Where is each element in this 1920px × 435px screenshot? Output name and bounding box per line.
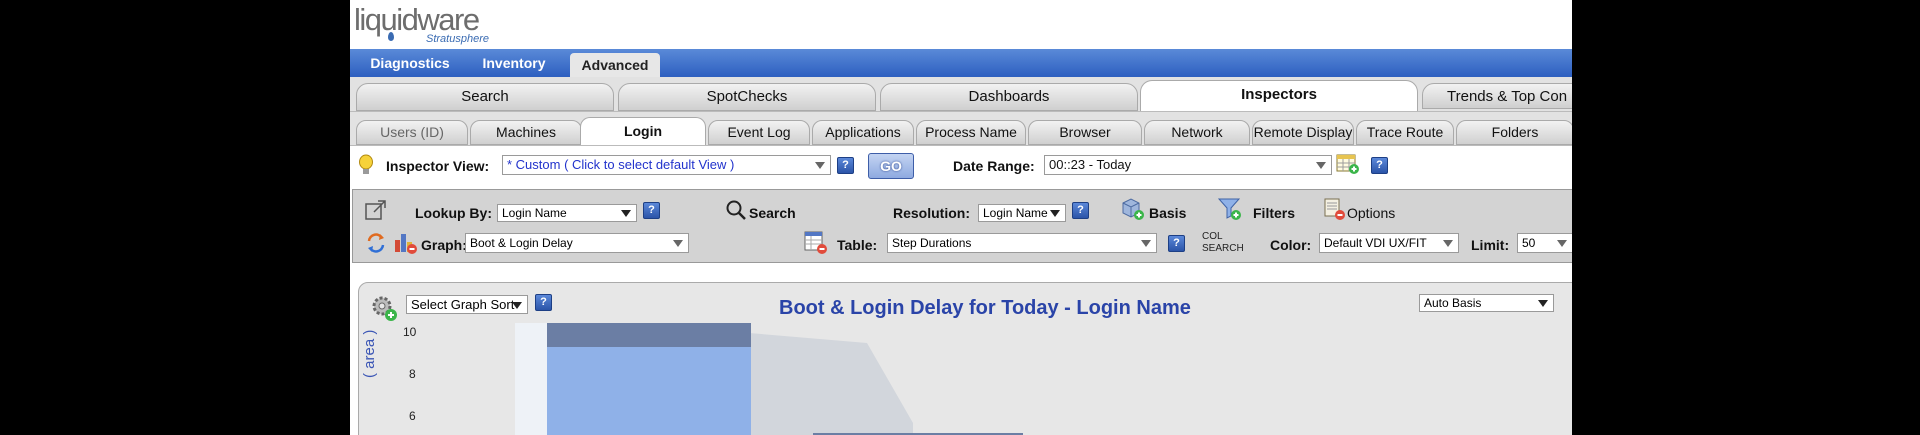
y-tick-8: 8 [409, 367, 416, 381]
table-remove-icon[interactable] [803, 230, 829, 256]
tab-folders[interactable]: Folders [1456, 120, 1572, 145]
help-icon[interactable]: ? [1371, 157, 1388, 174]
graph-sort-select[interactable]: Select Graph Sort [406, 295, 528, 314]
help-icon[interactable]: ? [535, 294, 552, 311]
chart-title: Boot & Login Delay for Today - Login Nam… [779, 297, 1191, 319]
graph-panel: Select Graph Sort ? Boot & Login Delay f… [358, 282, 1572, 435]
tab-inspectors[interactable]: Inspectors [1140, 80, 1418, 111]
tab-browser[interactable]: Browser [1028, 120, 1142, 145]
tab-login[interactable]: Login [580, 117, 706, 145]
go-button[interactable]: GO [868, 153, 914, 179]
lookup-by-value: Login Name [502, 206, 567, 220]
graph-value: Boot & Login Delay [470, 236, 573, 250]
tab-dashboards[interactable]: Dashboards [880, 83, 1138, 111]
top-nav: Diagnostics Inventory Advanced [350, 49, 1572, 77]
color-value: Default VDI UX/FIT [1324, 236, 1427, 250]
chart-bar-series-1 [547, 323, 751, 347]
filters-button[interactable]: Filters [1253, 205, 1295, 221]
graph-select[interactable]: Boot & Login Delay [465, 233, 689, 253]
calendar-add-icon[interactable] [1336, 153, 1360, 175]
tab-event-log[interactable]: Event Log [708, 120, 810, 145]
date-range-select[interactable]: 00::23 - Today [1044, 155, 1332, 175]
app-window: liquidware Stratusphere Diagnostics Inve… [350, 0, 1572, 435]
options-button[interactable]: Options [1347, 205, 1395, 221]
table-label: Table: [837, 237, 878, 253]
resolution-value: Login Name [983, 206, 1048, 220]
help-icon[interactable]: ? [1072, 202, 1089, 219]
tab-network[interactable]: Network [1144, 120, 1250, 145]
refresh-icon[interactable] [365, 232, 387, 254]
col-search-button[interactable]: COL SEARCH [1202, 231, 1244, 255]
y-tick-10: 10 [403, 325, 417, 339]
gear-add-icon[interactable] [369, 293, 399, 323]
inspector-view-label: Inspector View: [386, 158, 490, 174]
date-range-label: Date Range: [953, 158, 1035, 174]
graph-sort-value: Select Graph Sort [411, 297, 515, 312]
tab-search[interactable]: Search [356, 83, 614, 111]
inspector-toolbar: Lookup By: Login Name ? Search Resolutio… [352, 189, 1572, 263]
lookup-by-select[interactable]: Login Name [497, 204, 637, 222]
resolution-select[interactable]: Login Name [978, 204, 1066, 222]
options-icon[interactable] [1323, 197, 1347, 221]
search-icon[interactable] [725, 199, 747, 221]
basis-cube-icon[interactable] [1120, 196, 1146, 222]
y-tick-6: 6 [409, 409, 416, 423]
chart-bg-column [515, 323, 549, 435]
popout-icon[interactable] [365, 199, 387, 221]
limit-label: Limit: [1471, 237, 1510, 253]
tabs-inspectors: Users (ID) Machines Login Event Log Appl… [350, 112, 1572, 146]
graph-label: Graph: [421, 237, 467, 253]
brand-sub: Stratusphere [426, 33, 489, 45]
y-axis-label: ( area ) [361, 329, 378, 378]
date-range-value: 00::23 - Today [1049, 157, 1132, 172]
table-select[interactable]: Step Durations [887, 233, 1157, 253]
graph-remove-icon[interactable] [393, 230, 419, 256]
tab-remote-display[interactable]: Remote Display [1252, 120, 1354, 145]
help-icon[interactable]: ? [837, 157, 854, 174]
chart-plot [515, 323, 1023, 435]
inspector-view-value: * Custom ( Click to select default View … [507, 157, 735, 172]
topnav-diagnostics[interactable]: Diagnostics [360, 49, 460, 77]
table-value: Step Durations [892, 236, 972, 250]
color-select[interactable]: Default VDI UX/FIT [1319, 233, 1459, 253]
drop-icon [388, 32, 394, 41]
lightbulb-icon [358, 154, 374, 176]
tab-trace-route[interactable]: Trace Route [1356, 120, 1454, 145]
tabs-main: Search SpotChecks Dashboards Inspectors … [350, 77, 1572, 112]
col-search-line-2: SEARCH [1202, 243, 1244, 254]
inspector-view-row: Inspector View: * Custom ( Click to sele… [350, 146, 1572, 188]
tab-machines[interactable]: Machines [470, 120, 582, 145]
auto-basis-select[interactable]: Auto Basis [1419, 294, 1554, 312]
chart-bar-series-2 [547, 347, 751, 435]
tab-users-id[interactable]: Users (ID) [356, 120, 468, 145]
tab-spotchecks[interactable]: SpotChecks [618, 83, 876, 111]
chart-area-outline [749, 333, 913, 435]
tab-trends[interactable]: Trends & Top Con [1422, 83, 1572, 109]
search-button[interactable]: Search [749, 205, 796, 221]
tab-process-name[interactable]: Process Name [916, 120, 1026, 145]
topnav-advanced[interactable]: Advanced [570, 53, 660, 77]
topnav-inventory[interactable]: Inventory [468, 49, 560, 77]
inspector-view-select[interactable]: * Custom ( Click to select default View … [502, 155, 831, 175]
filter-icon[interactable] [1217, 196, 1243, 222]
limit-select[interactable]: 50 [1517, 233, 1572, 253]
help-icon[interactable]: ? [643, 202, 660, 219]
help-icon[interactable]: ? [1168, 235, 1185, 252]
limit-value: 50 [1522, 236, 1536, 250]
col-search-line-1: COL [1202, 231, 1223, 242]
resolution-label: Resolution: [893, 205, 970, 221]
tab-applications[interactable]: Applications [812, 120, 914, 145]
auto-basis-value: Auto Basis [1424, 296, 1482, 310]
color-label: Color: [1270, 237, 1312, 253]
basis-button[interactable]: Basis [1149, 205, 1186, 221]
lookup-by-label: Lookup By: [415, 205, 492, 221]
